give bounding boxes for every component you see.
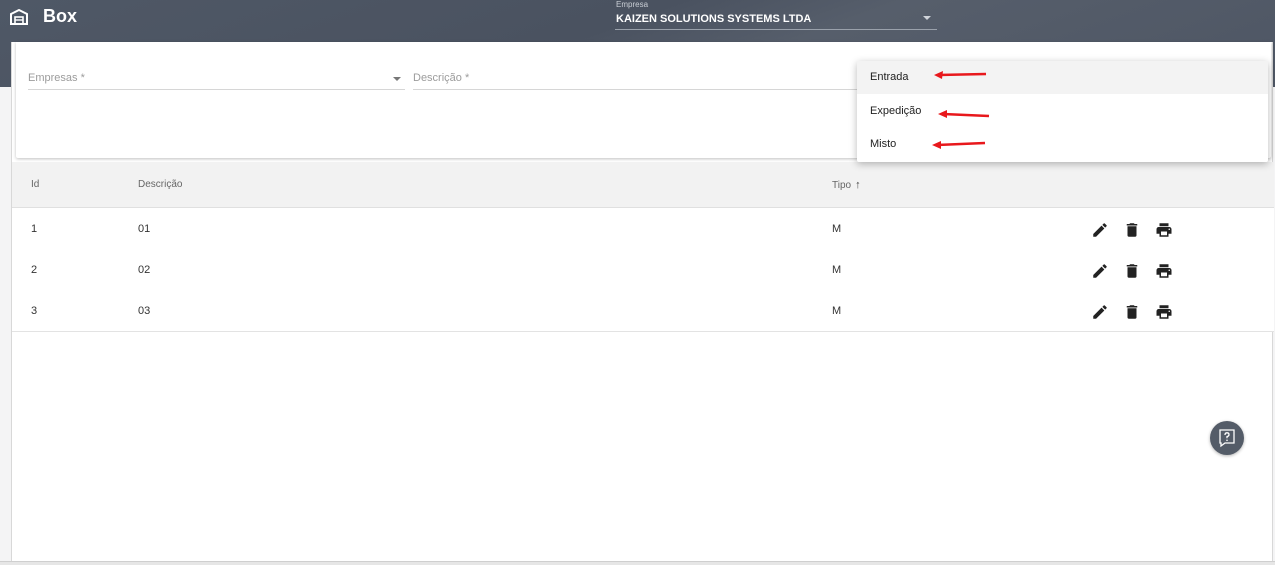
pencil-icon[interactable] <box>1091 303 1109 321</box>
pencil-icon[interactable] <box>1091 221 1109 239</box>
menu-item-entrada[interactable]: Entrada <box>857 61 1268 94</box>
chevron-down-icon <box>393 77 401 81</box>
table-row: 2 02 M <box>12 249 1274 291</box>
empresas-label: Empresas * <box>28 72 85 84</box>
cell-id: 1 <box>31 223 38 235</box>
annotation-arrow <box>938 110 990 118</box>
column-header-tipo[interactable]: Tipo ↑ <box>832 179 861 191</box>
descricao-label: Descrição * <box>413 72 470 84</box>
menu-item-expedicao[interactable]: Expedição <box>857 95 1268 128</box>
empresas-select[interactable]: Empresas * <box>28 70 405 90</box>
cell-descricao: 02 <box>138 264 151 276</box>
trash-icon[interactable] <box>1123 303 1141 321</box>
company-select[interactable]: Empresa KAIZEN SOLUTIONS SYSTEMS LTDA <box>615 0 937 30</box>
annotation-arrow <box>934 71 987 79</box>
cell-descricao: 03 <box>138 305 151 317</box>
annotation-arrow <box>932 141 986 149</box>
printer-icon[interactable] <box>1155 221 1173 239</box>
column-header-id[interactable]: Id <box>31 179 39 190</box>
bottom-scrollbar-track <box>0 561 1275 565</box>
row-actions <box>1091 303 1191 321</box>
cell-id: 3 <box>31 305 38 317</box>
company-value: KAIZEN SOLUTIONS SYSTEMS LTDA <box>616 13 812 25</box>
page-title: Box <box>43 6 78 26</box>
printer-icon[interactable] <box>1155 262 1173 280</box>
cell-tipo: M <box>832 305 842 317</box>
menu-item-misto[interactable]: Misto <box>857 128 1268 161</box>
pencil-icon[interactable] <box>1091 262 1109 280</box>
table-row: 3 03 M <box>12 290 1274 332</box>
table-row: 1 01 M <box>12 208 1274 250</box>
row-actions <box>1091 262 1191 280</box>
descricao-input[interactable]: Descrição * <box>413 70 858 90</box>
help-button[interactable] <box>1210 421 1244 455</box>
chevron-down-icon <box>923 16 931 20</box>
cell-tipo: M <box>832 223 842 235</box>
company-label: Empresa <box>616 0 649 9</box>
row-actions <box>1091 221 1191 239</box>
cell-tipo: M <box>832 264 842 276</box>
tipo-box-dropdown-menu: Entrada Expedição Misto <box>857 61 1268 162</box>
cell-id: 2 <box>31 264 38 276</box>
cell-descricao: 01 <box>138 223 151 235</box>
trash-icon[interactable] <box>1123 221 1141 239</box>
warehouse-icon <box>10 9 28 25</box>
help-chat-icon <box>1219 429 1235 448</box>
arrow-up-icon: ↑ <box>855 179 861 191</box>
trash-icon[interactable] <box>1123 262 1141 280</box>
table-header: Id Descrição Tipo ↑ <box>12 162 1274 208</box>
column-header-tipo-label: Tipo <box>832 180 852 191</box>
printer-icon[interactable] <box>1155 303 1173 321</box>
column-header-descricao[interactable]: Descrição <box>138 179 182 190</box>
